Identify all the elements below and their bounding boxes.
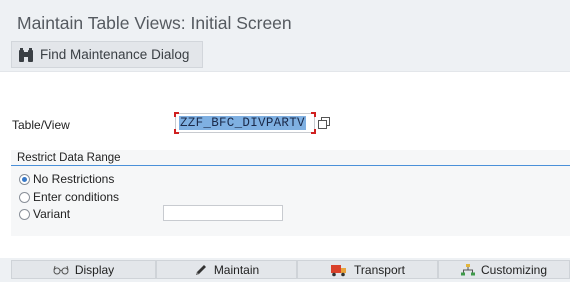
radio-no-restrictions-label: No Restrictions	[33, 172, 115, 186]
radio-variant-circle[interactable]	[19, 208, 30, 220]
required-marker-top-left	[174, 112, 179, 117]
table-view-value: ZZF_BFC_DIVPARTV	[179, 116, 306, 130]
required-marker-bottom-left	[174, 129, 179, 134]
radio-no-restrictions[interactable]: No Restrictions	[19, 172, 114, 186]
radio-variant-label: Variant	[33, 207, 71, 221]
transport-label: Transport	[354, 262, 405, 277]
required-marker-bottom-right	[311, 129, 316, 134]
table-view-field: ZZF_BFC_DIVPARTV	[174, 112, 330, 134]
radio-no-restrictions-circle[interactable]	[19, 173, 30, 185]
restrict-data-range-group: Restrict Data Range No Restrictions Ente…	[11, 150, 570, 236]
action-bar: Display Maintain Transport Customizing	[0, 258, 570, 282]
maintain-label: Maintain	[213, 262, 260, 277]
toolbar: Find Maintenance Dialog	[0, 39, 570, 72]
display-label: Display	[74, 262, 115, 277]
hierarchy-icon	[460, 263, 475, 275]
glasses-icon	[53, 265, 69, 274]
radio-enter-conditions-circle[interactable]	[19, 191, 30, 203]
binoculars-icon	[19, 47, 33, 62]
radio-variant[interactable]: Variant	[19, 207, 70, 221]
page-title: Maintain Table Views: Initial Screen	[17, 13, 292, 33]
required-marker-top-right	[311, 112, 316, 117]
transport-button[interactable]: Transport	[297, 260, 438, 279]
radio-enter-conditions-label: Enter conditions	[33, 190, 120, 204]
customizing-label: Customizing	[480, 262, 548, 277]
find-maintenance-dialog-button[interactable]: Find Maintenance Dialog	[11, 41, 203, 68]
radio-enter-conditions[interactable]: Enter conditions	[19, 190, 119, 204]
variant-input[interactable]	[163, 205, 283, 221]
value-help-icon[interactable]	[318, 117, 330, 129]
pencil-icon	[195, 264, 206, 275]
display-button[interactable]: Display	[11, 260, 156, 279]
maintain-button[interactable]: Maintain	[156, 260, 297, 279]
title-bar: Maintain Table Views: Initial Screen	[0, 4, 570, 39]
find-maintenance-dialog-label: Find Maintenance Dialog	[40, 47, 190, 62]
customizing-button[interactable]: Customizing	[438, 260, 570, 279]
table-view-input[interactable]: ZZF_BFC_DIVPARTV	[174, 112, 316, 134]
truck-icon	[331, 264, 347, 276]
restrict-data-range-header: Restrict Data Range	[11, 150, 570, 166]
table-view-label: Table/View	[12, 118, 70, 132]
